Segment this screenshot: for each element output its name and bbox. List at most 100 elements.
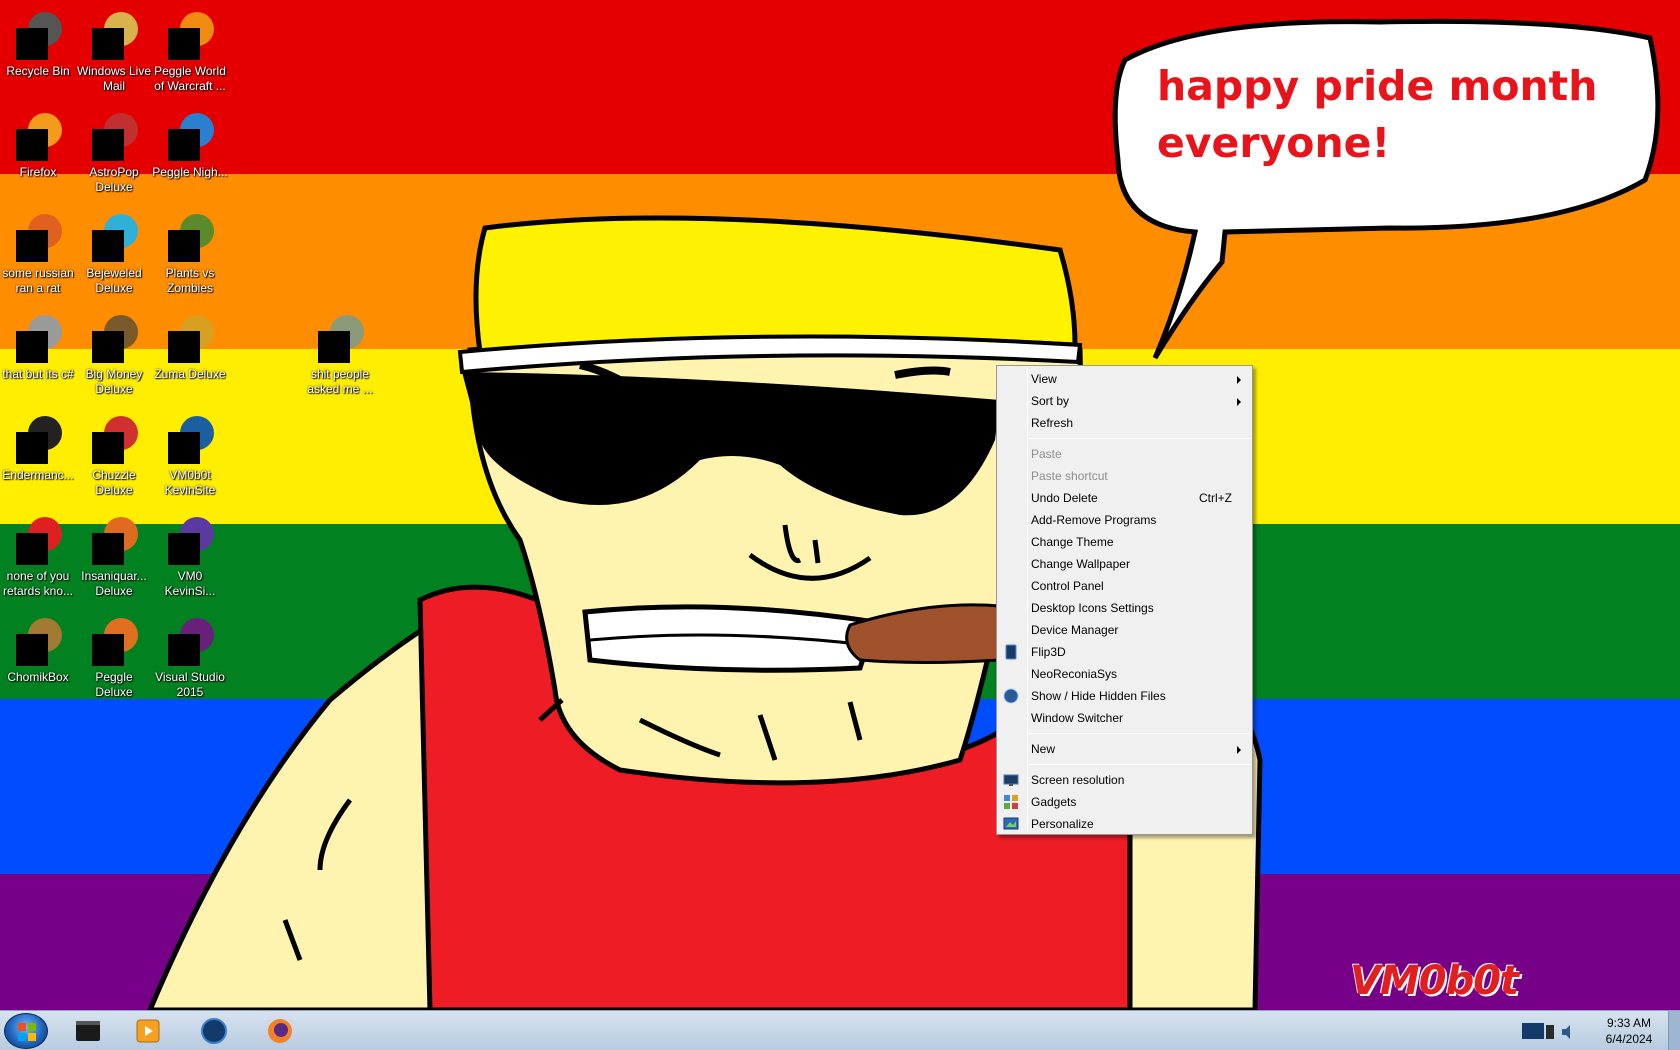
menu-item-paste: Paste	[997, 443, 1252, 465]
flip3d-icon	[1005, 644, 1017, 660]
desktop-icon-label: VM0b0t KevinSite	[164, 468, 216, 497]
desktop-icon[interactable]: that but its c#	[0, 311, 78, 407]
menu-item-gadgets[interactable]: Gadgets	[997, 791, 1252, 813]
menu-item-undo-delete[interactable]: Undo Delete Ctrl+Z	[997, 487, 1252, 509]
menu-item-control-panel[interactable]: Control Panel	[997, 575, 1252, 597]
show-desktop-button[interactable]	[1668, 1011, 1680, 1050]
desktop-icon-label: Chuzzle Deluxe	[92, 468, 136, 497]
menu-item-screen-resolution[interactable]: Screen resolution	[997, 769, 1252, 791]
menu-item-refresh[interactable]: Refresh	[997, 412, 1252, 434]
peggle-nights-icon	[166, 113, 214, 161]
speech-bubble-text: happy pride month everyone!	[1157, 58, 1607, 172]
menu-item-label: Control Panel	[1031, 579, 1104, 593]
clock-time: 9:33 AM	[1606, 1016, 1652, 1030]
desktop-icon-label: Visual Studio 2015	[155, 670, 225, 699]
media-player-icon	[136, 1019, 160, 1043]
desktop-icon[interactable]: VM0 KevinSi...	[150, 513, 230, 609]
menu-item-label: New	[1031, 742, 1056, 756]
menu-item-label: Desktop Icons Settings	[1031, 601, 1154, 615]
desktop-icon[interactable]: Zuma Deluxe	[150, 311, 230, 407]
desktop-icon-label: AstroPop Deluxe	[89, 165, 139, 194]
bubble-line-2: everyone!	[1157, 119, 1391, 167]
desktop-icon[interactable]: Plants vs Zombies	[150, 210, 230, 306]
desktop-icon-label: Plants vs Zombies	[165, 266, 215, 295]
fish-icon	[90, 517, 138, 565]
folder-icon	[316, 315, 364, 363]
pvz-icon	[166, 214, 214, 262]
desktop-icon[interactable]: Windows Live Mail	[74, 8, 154, 104]
taskbar-clock[interactable]: 9:33 AM 6/4/2024	[1596, 1015, 1662, 1047]
menu-item-view[interactable]: View	[997, 368, 1252, 390]
recycle-bin-icon	[14, 12, 62, 60]
desktop-icon[interactable]: VM0b0t KevinSite	[150, 412, 230, 508]
menu-item-sort-by[interactable]: Sort by	[997, 390, 1252, 412]
taskbar-browser-button[interactable]	[186, 1013, 242, 1049]
desktop-icon-label: none of you retards kno...	[2, 569, 74, 598]
menu-item-label: Personalize	[1031, 817, 1094, 831]
desktop-context-menu[interactable]: View Sort by Refresh Paste Paste shortcut Und…	[996, 365, 1253, 835]
menu-item-show-hide-hidden-files[interactable]: Show / Hide Hidden Files	[997, 685, 1252, 707]
desktop-icon[interactable]: Peggle Deluxe	[74, 614, 154, 710]
desktop-icon-label: VM0 KevinSi...	[164, 569, 216, 598]
desktop-icon-label: Firefox	[19, 165, 57, 179]
screen-resolution-icon	[1003, 774, 1019, 786]
menu-item-label: Gadgets	[1031, 795, 1077, 809]
money-icon	[90, 315, 138, 363]
desktop-icon[interactable]: Visual Studio 2015	[150, 614, 230, 710]
taskbar-media-player-button[interactable]	[120, 1013, 176, 1049]
terminal-icon	[76, 1021, 100, 1041]
desktop-icon-label: Recycle Bin	[6, 64, 70, 78]
menu-item-new[interactable]: New	[997, 738, 1252, 760]
desktop-icon[interactable]: Peggle World of Warcraft ...	[150, 8, 230, 104]
menu-item-label: NeoReconiaSys	[1031, 667, 1118, 681]
desktop-icon[interactable]: Endermanc...	[0, 412, 78, 508]
menu-item-device-manager[interactable]: Device Manager	[997, 619, 1252, 641]
menu-item-label: Paste	[1031, 447, 1062, 461]
pokeball-icon	[14, 517, 62, 565]
globe-icon	[1003, 688, 1019, 704]
menu-item-label: Flip3D	[1031, 645, 1066, 659]
menu-separator	[1029, 733, 1250, 734]
desktop-icon[interactable]: Bejeweled Deluxe	[74, 210, 154, 306]
menu-item-label: Show / Hide Hidden Files	[1031, 689, 1166, 703]
menu-item-neoreconiasys[interactable]: NeoReconiaSys	[997, 663, 1252, 685]
visual-studio-icon	[166, 618, 214, 666]
firefox-icon	[14, 113, 62, 161]
desktop-icon[interactable]: ChomikBox	[0, 614, 78, 710]
desktop-icon[interactable]: some russian ran a rat	[0, 210, 78, 306]
firefox-icon	[268, 1019, 292, 1043]
desktop-icon[interactable]: Big Money Deluxe	[74, 311, 154, 407]
app-icon	[166, 517, 214, 565]
menu-item-personalize[interactable]: Personalize	[997, 813, 1252, 835]
tray-icons[interactable]	[1520, 1017, 1580, 1045]
desktop-wallpaper[interactable]: happy pride month everyone! VM0b0t	[0, 0, 1680, 1010]
system-tray	[1520, 1017, 1580, 1045]
desktop-icon[interactable]: Insaniquar... Deluxe	[74, 513, 154, 609]
taskbar-firefox-button[interactable]	[252, 1013, 308, 1049]
menu-item-paste-shortcut: Paste shortcut	[997, 465, 1252, 487]
menu-item-flip3d[interactable]: Flip3D	[997, 641, 1252, 663]
desktop-icon-label: that but its c#	[2, 367, 74, 381]
chuzzle-icon	[90, 416, 138, 464]
start-button[interactable]	[4, 1013, 48, 1049]
menu-item-change-theme[interactable]: Change Theme	[997, 531, 1252, 553]
menu-item-change-wallpaper[interactable]: Change Wallpaper	[997, 553, 1252, 575]
taskbar-terminal-button[interactable]	[60, 1013, 116, 1049]
menu-item-window-switcher[interactable]: Window Switcher	[997, 707, 1252, 729]
terminal-icon	[14, 416, 62, 464]
peggle-icon	[166, 12, 214, 60]
menu-item-add-remove-programs[interactable]: Add-Remove Programs	[997, 509, 1252, 531]
desktop-icon[interactable]: Chuzzle Deluxe	[74, 412, 154, 508]
menu-item-label: Window Switcher	[1031, 711, 1124, 725]
zuma-icon	[166, 315, 214, 363]
desktop-icon[interactable]: shit people asked me ...	[300, 311, 380, 407]
menu-item-label: Device Manager	[1031, 623, 1119, 637]
desktop-icon-label: Zuma Deluxe	[154, 367, 226, 381]
desktop-icon[interactable]: Firefox	[0, 109, 78, 205]
desktop-icon-label: Windows Live Mail	[76, 64, 152, 93]
menu-item-desktop-icons-settings[interactable]: Desktop Icons Settings	[997, 597, 1252, 619]
desktop-icon[interactable]: AstroPop Deluxe	[74, 109, 154, 205]
desktop-icon[interactable]: none of you retards kno...	[0, 513, 78, 609]
desktop-icon[interactable]: Recycle Bin	[0, 8, 78, 104]
desktop-icon[interactable]: Peggle Nigh...	[150, 109, 230, 205]
